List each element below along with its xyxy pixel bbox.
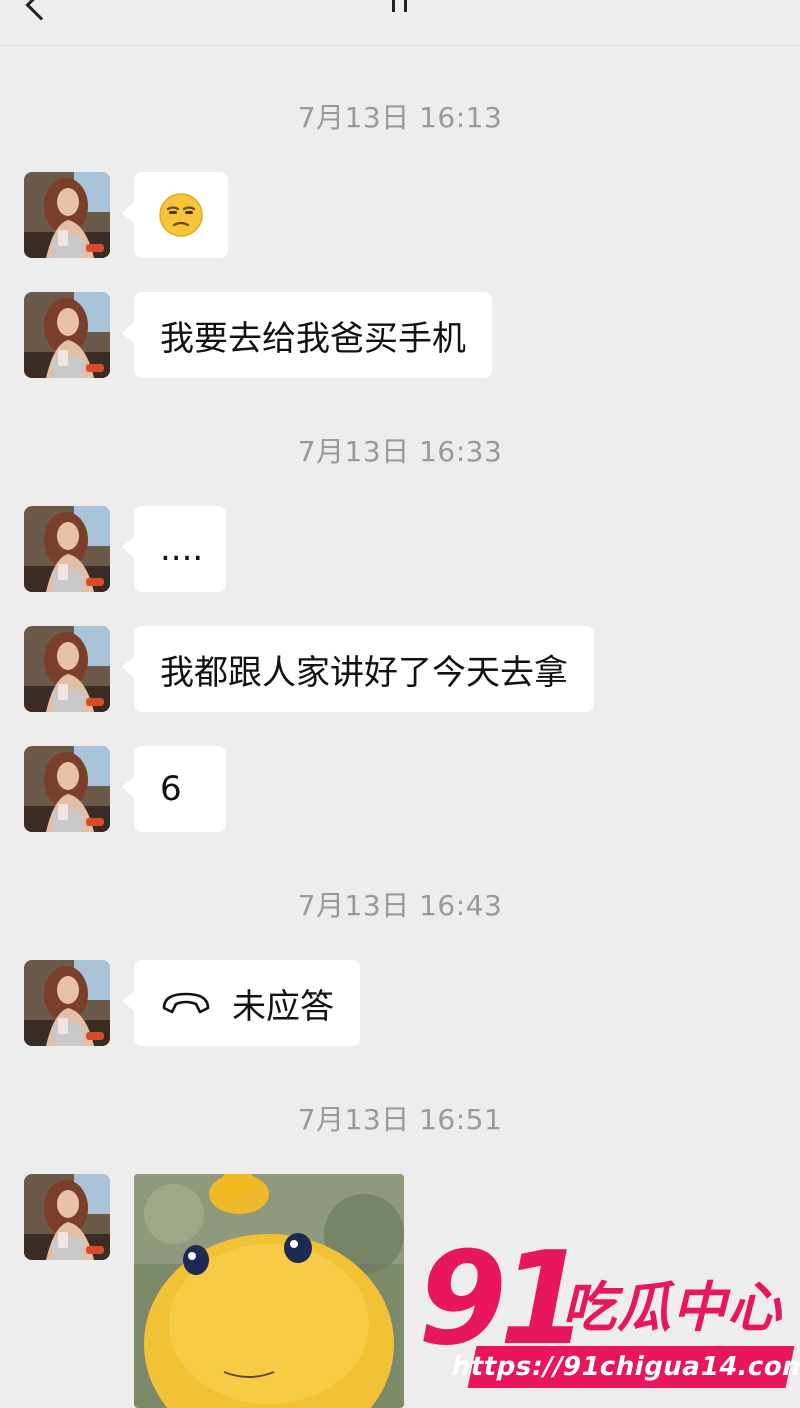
sticker-image[interactable] [134,1174,404,1408]
timestamp: 7月13日 16:43 [297,889,503,922]
timestamp: 7月13日 16:51 [297,1103,503,1136]
message-bubble[interactable]: .... [122,506,226,592]
watermark-logo: 91 吃瓜中心 https://91chigua14.com [400,1236,800,1408]
message-text: 我要去给我爸买手机 [160,318,466,359]
chevron-left-icon[interactable] [25,0,57,21]
avatar[interactable] [24,1174,110,1260]
watermark-number: 91 [418,1225,588,1374]
avatar[interactable] [24,506,110,592]
message-text: .... [160,529,204,569]
avatar[interactable] [24,172,110,258]
chat-title [388,0,412,12]
top-bar [0,0,800,46]
timestamp: 7月13日 16:33 [297,435,503,468]
message-bubble[interactable] [122,172,228,258]
message-text: 我都跟人家讲好了今天去拿 [160,652,568,693]
avatar[interactable] [24,626,110,712]
timestamp: 7月13日 16:13 [297,101,503,134]
missed-call-label: 未应答 [232,986,334,1027]
watermark-url: https://91chigua14.com [449,1346,800,1388]
phone-hangup-icon [162,992,210,1014]
avatar[interactable] [24,960,110,1046]
message-bubble[interactable]: 我要去给我爸买手机 [122,292,492,378]
avatar[interactable] [24,746,110,832]
message-bubble[interactable]: 我都跟人家讲好了今天去拿 [122,626,594,712]
message-bubble[interactable]: 6 [122,746,226,832]
avatar[interactable] [24,292,110,378]
message-text: 6 [160,769,182,809]
unamused-emoji [159,193,203,237]
missed-call-bubble[interactable]: 未应答 [122,960,360,1046]
watermark-name: 吃瓜中心 [562,1276,782,1339]
